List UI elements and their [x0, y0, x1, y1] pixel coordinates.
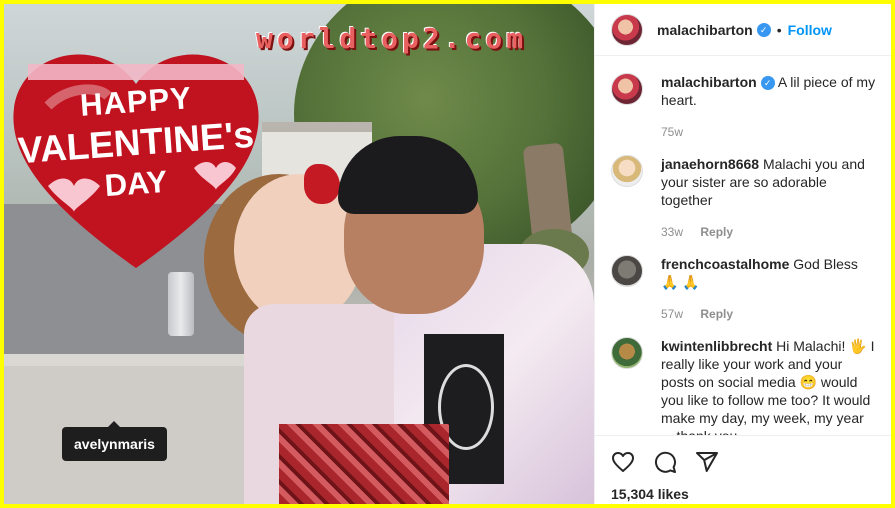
comment-username[interactable]: kwintenlibbrecht — [661, 338, 772, 354]
likes-count[interactable]: 15,304 likes — [611, 486, 875, 502]
hair-bow — [304, 164, 340, 204]
list-item: frenchcoastalhome God Bless 🙏 🙏 57w Repl… — [611, 255, 879, 323]
watermark: worldtop2.com — [256, 22, 528, 55]
valentine-balloon: HAPPY VALENTINE's DAY — [8, 36, 264, 336]
comment-username[interactable]: janaehorn8668 — [661, 156, 759, 172]
comment-icon[interactable] — [653, 450, 677, 474]
post-actions: 15,304 likes — [595, 435, 891, 502]
comment-time[interactable]: 33w — [661, 225, 683, 239]
post-sidebar: malachibarton ✓ • Follow malachibarton ✓ … — [594, 4, 891, 504]
comment-username[interactable]: frenchcoastalhome — [661, 256, 789, 272]
comments-list[interactable]: malachibarton ✓ A lil piece of my heart. … — [595, 57, 891, 435]
list-item: janaehorn8668 Malachi you and your siste… — [611, 155, 879, 241]
avatar[interactable] — [611, 255, 643, 287]
heart-icon[interactable] — [611, 450, 635, 474]
separator-dot: • — [776, 21, 782, 38]
plaid-dress — [279, 424, 449, 504]
post-author-username[interactable]: malachibarton — [657, 22, 753, 38]
reply-button[interactable]: Reply — [700, 225, 733, 239]
balloon-weight — [168, 272, 194, 336]
list-item: kwintenlibbrecht Hi Malachi! 🖐 I really … — [611, 337, 879, 435]
caption-username[interactable]: malachibarton — [661, 74, 757, 90]
avatar[interactable] — [611, 13, 643, 46]
avatar[interactable] — [611, 73, 643, 105]
avatar[interactable] — [611, 155, 643, 187]
verified-badge-icon: ✓ — [760, 76, 775, 91]
post-header: malachibarton ✓ • Follow — [595, 4, 891, 56]
user-tag[interactable]: avelynmaris — [62, 421, 167, 461]
verified-badge-icon: ✓ — [756, 22, 771, 37]
caption: malachibarton ✓ A lil piece of my heart. … — [611, 73, 879, 141]
follow-button[interactable]: Follow — [788, 22, 832, 38]
share-icon[interactable] — [695, 450, 719, 474]
avatar[interactable] — [611, 337, 643, 369]
comment-time[interactable]: 57w — [661, 307, 683, 321]
screenshot-frame: HAPPY VALENTINE's DAY worldtop2.com avel… — [4, 4, 891, 504]
reply-button[interactable]: Reply — [700, 307, 733, 321]
caption-time[interactable]: 75w — [661, 125, 683, 139]
post-photo[interactable]: HAPPY VALENTINE's DAY worldtop2.com avel… — [4, 4, 594, 504]
